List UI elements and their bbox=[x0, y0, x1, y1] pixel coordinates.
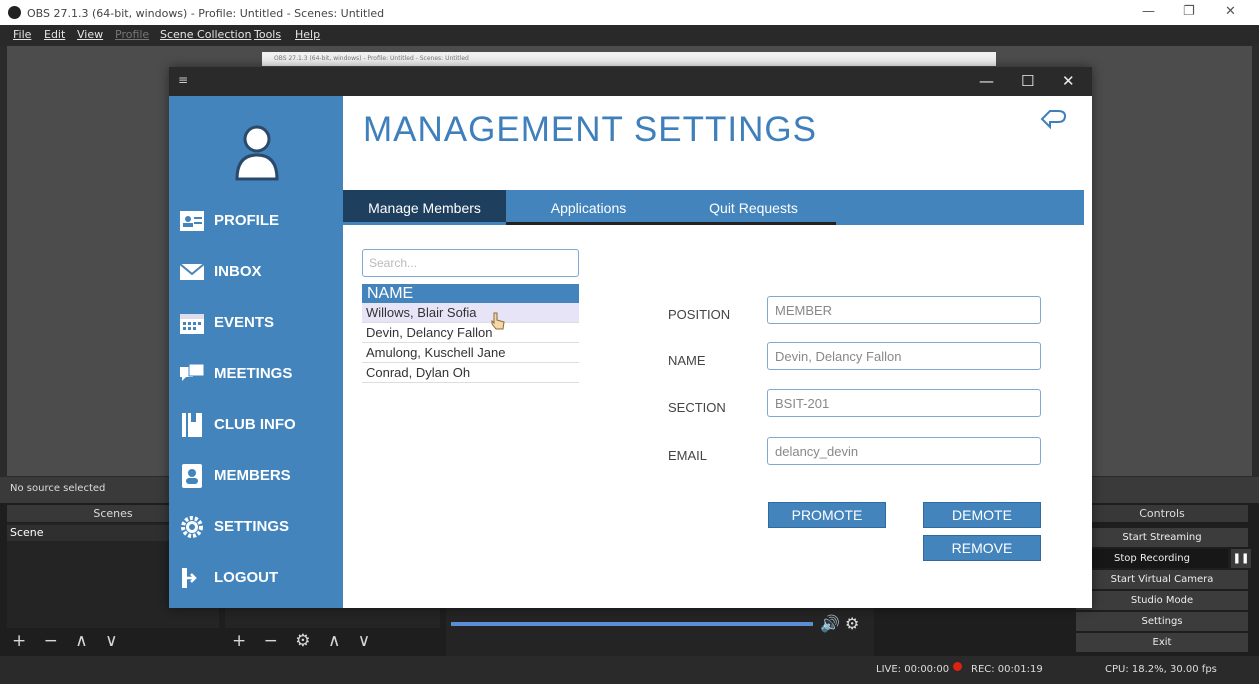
app-close-button[interactable]: ✕ bbox=[1062, 72, 1075, 90]
tab-quit-requests[interactable]: Quit Requests bbox=[671, 190, 836, 225]
nav-inbox[interactable]: INBOX bbox=[179, 255, 339, 289]
menu-edit[interactable]: Edit bbox=[44, 28, 65, 41]
rec-timer: REC: 00:01:19 bbox=[971, 664, 1043, 675]
tab-bar: Manage Members Applications Quit Request… bbox=[343, 190, 1084, 225]
nav-label: LOGOUT bbox=[214, 569, 279, 586]
hand-cursor-icon bbox=[491, 312, 505, 330]
pause-recording-button[interactable]: ❚❚ bbox=[1231, 549, 1251, 568]
obs-logo-icon bbox=[8, 6, 21, 19]
nav-label: CLUB INFO bbox=[214, 416, 296, 433]
book-icon bbox=[182, 413, 202, 437]
name-column-header: NAME bbox=[362, 284, 579, 303]
gear-icon[interactable]: ⚙ bbox=[845, 614, 859, 633]
captured-mini-window: OBS 27.1.3 (64-bit, windows) - Profile: … bbox=[262, 52, 996, 66]
email-label: EMAIL bbox=[668, 448, 708, 463]
position-field[interactable]: MEMBER bbox=[767, 296, 1041, 324]
management-app-window: ≡ — ☐ ✕ PROFILE INBOX EVENTS MEETINGS CL… bbox=[169, 67, 1092, 608]
tab-applications[interactable]: Applications bbox=[506, 190, 671, 225]
studio-mode-button[interactable]: Studio Mode bbox=[1076, 591, 1248, 610]
nav-label: MEETINGS bbox=[214, 365, 293, 382]
nav-label: EVENTS bbox=[214, 314, 275, 331]
source-tools[interactable]: + − ⚙ ∧ ∨ bbox=[232, 631, 376, 651]
chat-bubbles-icon bbox=[180, 363, 205, 381]
name-label: NAME bbox=[668, 353, 706, 368]
position-label: POSITION bbox=[668, 307, 731, 322]
menu-help[interactable]: Help bbox=[295, 28, 320, 41]
no-source-label: No source selected bbox=[10, 483, 106, 494]
member-row[interactable]: Willows, Blair Sofia bbox=[362, 303, 579, 323]
app-title-bar: ≡ — ☐ ✕ bbox=[169, 67, 1092, 96]
remove-button[interactable]: REMOVE bbox=[923, 535, 1041, 561]
calendar-icon bbox=[180, 314, 204, 334]
obs-menubar: File Edit View Profile Scene Collection … bbox=[0, 25, 1259, 45]
obs-minimize-button[interactable]: — bbox=[1142, 4, 1155, 19]
menu-view[interactable]: View bbox=[77, 28, 103, 41]
nav-label: INBOX bbox=[214, 263, 262, 280]
volume-slider[interactable] bbox=[451, 622, 813, 626]
member-row[interactable]: Conrad, Dylan Oh bbox=[362, 363, 579, 383]
nav-profile[interactable]: PROFILE bbox=[179, 204, 339, 238]
cpu-status: CPU: 18.2%, 30.00 fps bbox=[1105, 664, 1217, 675]
obs-restore-button[interactable]: ❐ bbox=[1183, 4, 1195, 19]
nav-label: MEMBERS bbox=[214, 467, 291, 484]
tab-underline bbox=[506, 222, 836, 225]
app-maximize-button[interactable]: ☐ bbox=[1021, 72, 1034, 90]
profile-card-icon bbox=[180, 211, 204, 231]
obs-title-bar: OBS 27.1.3 (64-bit, windows) - Profile: … bbox=[0, 0, 1259, 25]
email-field[interactable]: delancy_devin bbox=[767, 437, 1041, 465]
start-streaming-button[interactable]: Start Streaming bbox=[1076, 528, 1248, 547]
controls-header: Controls bbox=[1076, 505, 1248, 522]
exit-button[interactable]: Exit bbox=[1076, 633, 1248, 652]
obs-close-button[interactable]: ✕ bbox=[1225, 4, 1236, 19]
rec-indicator-icon bbox=[953, 662, 962, 671]
name-field[interactable]: Devin, Delancy Fallon bbox=[767, 342, 1041, 370]
member-card-icon bbox=[182, 464, 202, 488]
nav-settings[interactable]: SETTINGS bbox=[179, 510, 339, 544]
member-row[interactable]: Amulong, Kuschell Jane bbox=[362, 343, 579, 363]
live-timer: LIVE: 00:00:00 bbox=[876, 664, 950, 675]
back-arrow-icon[interactable] bbox=[1038, 107, 1068, 131]
page-title: MANAGEMENT SETTINGS bbox=[363, 110, 817, 149]
nav-label: PROFILE bbox=[214, 212, 280, 229]
section-label: SECTION bbox=[668, 400, 726, 415]
nav-members[interactable]: MEMBERS bbox=[179, 459, 339, 493]
sidebar: PROFILE INBOX EVENTS MEETINGS CLUB INFO … bbox=[169, 96, 343, 608]
nav-club-info[interactable]: CLUB INFO bbox=[179, 408, 339, 442]
app-minimize-button[interactable]: — bbox=[979, 72, 994, 90]
promote-button[interactable]: PROMOTE bbox=[768, 502, 886, 528]
menu-scene-collection[interactable]: Scene Collection bbox=[160, 28, 251, 41]
user-avatar-icon bbox=[235, 125, 279, 181]
audio-controls: 🔊 ⚙ bbox=[820, 614, 859, 633]
tab-manage-members[interactable]: Manage Members bbox=[343, 190, 506, 225]
scene-tools[interactable]: + − ∧ ∨ bbox=[12, 631, 124, 651]
gear-icon bbox=[181, 516, 203, 538]
start-virtual-camera-button[interactable]: Start Virtual Camera bbox=[1076, 570, 1248, 589]
nav-label: SETTINGS bbox=[214, 518, 290, 535]
speaker-icon[interactable]: 🔊 bbox=[820, 614, 840, 633]
app-icon: ≡ bbox=[178, 73, 189, 87]
envelope-icon bbox=[179, 263, 205, 280]
mini-window-title: OBS 27.1.3 (64-bit, windows) - Profile: … bbox=[274, 55, 469, 62]
member-row[interactable]: Devin, Delancy Fallon bbox=[362, 323, 579, 343]
search-input[interactable]: Search... bbox=[362, 249, 579, 277]
logout-icon bbox=[182, 568, 202, 588]
obs-settings-button[interactable]: Settings bbox=[1076, 612, 1248, 631]
obs-statusbar: LIVE: 00:00:00 REC: 00:01:19 CPU: 18.2%,… bbox=[0, 656, 1259, 684]
nav-meetings[interactable]: MEETINGS bbox=[179, 357, 339, 391]
audio-mixer-panel bbox=[446, 608, 874, 658]
demote-button[interactable]: DEMOTE bbox=[923, 502, 1041, 528]
nav-logout[interactable]: LOGOUT bbox=[179, 561, 339, 595]
stop-recording-button[interactable]: Stop Recording bbox=[1076, 549, 1228, 568]
nav-events[interactable]: EVENTS bbox=[179, 306, 339, 340]
obs-window-title: OBS 27.1.3 (64-bit, windows) - Profile: … bbox=[27, 7, 385, 20]
menu-file[interactable]: File bbox=[13, 28, 31, 41]
section-field[interactable]: BSIT-201 bbox=[767, 389, 1041, 417]
menu-tools[interactable]: Tools bbox=[254, 28, 281, 41]
menu-profile[interactable]: Profile bbox=[115, 28, 149, 41]
